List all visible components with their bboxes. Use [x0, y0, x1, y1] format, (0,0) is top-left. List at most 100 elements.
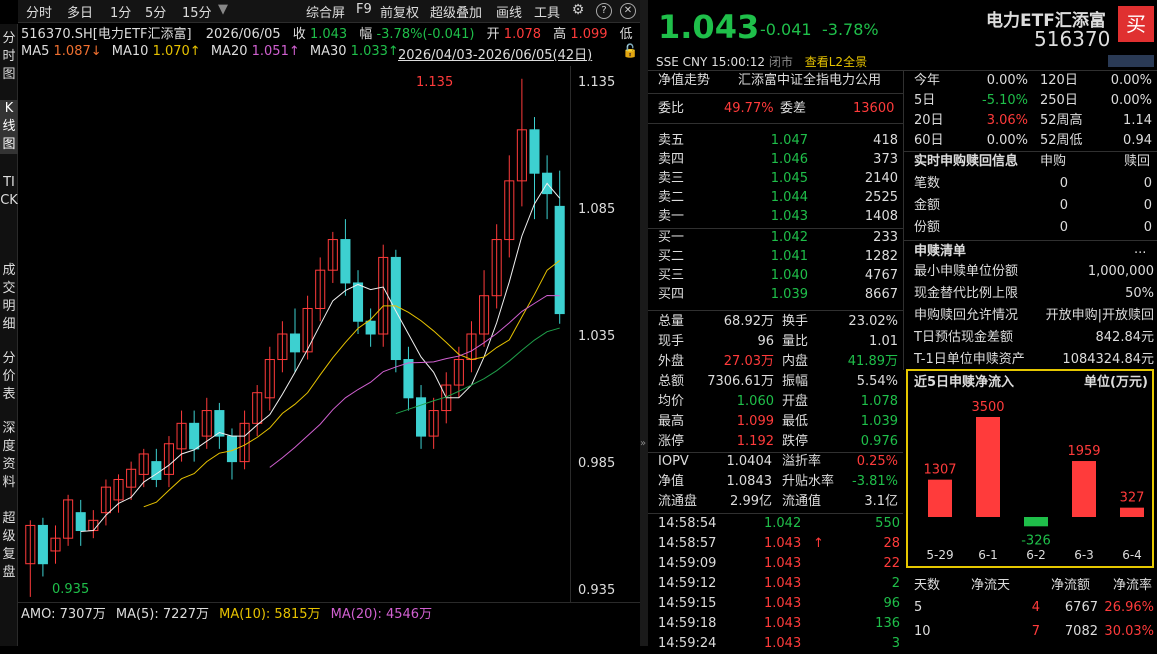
date-range[interactable]: 2026/04/03-2026/06/05(42日) [398, 44, 592, 63]
tab-5min[interactable]: 5分 [145, 2, 166, 21]
redeem-list-label: 现金替代比例上限 [914, 286, 1019, 301]
inflow-bar [1120, 507, 1144, 517]
redeem-sub-value: 0 [1059, 198, 1068, 213]
candle-body [340, 239, 351, 284]
inflow-value: -326 [1021, 533, 1051, 548]
lock-icon[interactable]: 🔓 [622, 44, 638, 59]
redeem-list-value: 842.84元 [1095, 330, 1155, 345]
redeem-list-label: 申购赎回允许情况 [914, 308, 1019, 323]
period-dropdown-icon[interactable]: ▼ [218, 2, 228, 17]
iopv-label: 流通值 [782, 494, 822, 509]
candle-body [403, 359, 414, 399]
stat-value: 1.01 [869, 334, 898, 349]
stat-label: 内盘 [782, 354, 809, 369]
f9-button[interactable]: F9 [356, 2, 372, 17]
ask-price: 1.045 [770, 171, 808, 186]
panel-tool-icons[interactable] [1108, 55, 1154, 67]
tick-volume: 550 [875, 516, 900, 531]
change-value: -3.78%(-0.041) [376, 27, 475, 42]
perf-label: 250日 [1040, 93, 1078, 108]
candle-body [390, 256, 401, 361]
tab-timeshare[interactable]: 分时 [26, 2, 52, 21]
stat-label: 跌停 [782, 434, 809, 449]
close-icon[interactable]: ✕ [620, 3, 636, 19]
sidebar-tab-timeshare[interactable]: 分时图 [0, 30, 18, 84]
tick-time: 14:58:57 [658, 536, 717, 551]
tick-volume: 28 [883, 536, 900, 551]
open-value: 1.078 [503, 27, 542, 42]
iopv-label: 净值 [658, 474, 685, 489]
stat-value: 5.54% [856, 374, 898, 389]
flow-header: 净流率 [1112, 578, 1152, 593]
ask-volume: 418 [873, 133, 898, 148]
panel-splitter[interactable]: » [640, 0, 648, 646]
tick-price: 1.043 [764, 636, 802, 651]
index-name: 汇添富中证全指电力公用 [738, 73, 882, 88]
fq-button[interactable]: 前复权 [380, 2, 419, 21]
more-icon[interactable]: ... [1134, 240, 1146, 260]
stat-value: 1.039 [860, 414, 898, 429]
sidebar-tab-price-table[interactable]: 分价表 [0, 350, 18, 404]
ma5-label: MA5 [21, 44, 50, 59]
tick-price: 1.042 [764, 516, 802, 531]
buy-button[interactable]: 买 [1118, 6, 1154, 42]
l2-link[interactable]: 查看L2全景 [805, 55, 867, 69]
price-tick: 1.135 [578, 75, 616, 90]
stat-label: 最低 [782, 414, 809, 429]
amo-label: AMO: 7307万 [21, 607, 106, 622]
tick-price: 1.043 [764, 616, 802, 631]
tick-price: 1.043 [764, 556, 802, 571]
market-status: 闭市 [768, 55, 793, 69]
inflow-bar [1072, 461, 1096, 517]
stat-label: 振幅 [782, 374, 809, 389]
ask-level: 卖二 [658, 190, 685, 205]
iopv-value: 1.0843 [726, 474, 773, 489]
perf-label: 120日 [1040, 73, 1078, 88]
candle-body [554, 205, 565, 315]
tab-1min[interactable]: 1分 [110, 2, 131, 21]
nav-trend-tab[interactable]: 净值走势 [658, 71, 710, 91]
bid-volume: 8667 [864, 287, 898, 302]
tab-15min[interactable]: 15分 [182, 2, 212, 21]
redeem-val: 0 [1143, 176, 1152, 191]
redeem-col-redeem: 赎回 [1124, 154, 1151, 169]
net-inflow-title: 近5日申赎净流入 [914, 375, 1015, 390]
sidebar-tab-depth[interactable]: 深度资料 [0, 420, 18, 492]
ma5-value: 1.087↓ [53, 44, 102, 59]
redeem-list-title: 申赎清单 [914, 244, 967, 259]
inflow-value: 3500 [971, 400, 1004, 415]
price-tick: 0.935 [578, 583, 616, 598]
perf-value: 0.00% [986, 73, 1028, 88]
sidebar-tab-replay[interactable]: 超级复盘 [0, 510, 18, 582]
sidebar-tab-trades[interactable]: 成交明细 [0, 262, 18, 334]
tick-volume: 136 [875, 616, 900, 631]
stat-label: 均价 [658, 394, 685, 409]
quote-time: 15:00:12 [711, 55, 766, 69]
draw-button[interactable]: 画线 [496, 2, 522, 21]
bid-level: 买四 [658, 287, 685, 302]
gear-icon[interactable]: ⚙ [570, 3, 586, 19]
tick-volume: 3 [891, 636, 900, 651]
stat-value: 1.099 [736, 414, 774, 429]
overlay-button[interactable]: 超级叠加 [430, 2, 482, 21]
kline-chart[interactable]: 516370.SH[电力ETF汇添富] 2026/06/05 收 1.043 幅… [18, 22, 640, 646]
composite-screen-button[interactable]: 综合屏 [306, 2, 345, 21]
inflow-category: 6-3 [1074, 548, 1094, 562]
stat-label: 开盘 [782, 394, 809, 409]
sidebar-tab-kline[interactable]: K线图 [0, 100, 18, 154]
ask-volume: 373 [873, 152, 898, 167]
flow-header: 净流额 [1050, 578, 1090, 593]
last-price: 1.043 [658, 8, 760, 46]
flow-rate: 26.96% [1104, 600, 1154, 615]
net-inflow-unit: 单位(万元) [1084, 375, 1148, 390]
tools-button[interactable]: 工具 [534, 2, 560, 21]
sidebar-tab-tick[interactable]: TICK [0, 174, 18, 210]
candle-body [289, 333, 301, 353]
bid-price: 1.041 [770, 249, 808, 264]
help-icon[interactable]: ? [596, 3, 612, 19]
tab-multiday[interactable]: 多日 [67, 2, 93, 21]
flow-days: 5 [914, 600, 923, 615]
ma20-line [269, 294, 560, 468]
stat-value: 96 [757, 334, 774, 349]
low-marker: 0.935 [52, 582, 90, 597]
